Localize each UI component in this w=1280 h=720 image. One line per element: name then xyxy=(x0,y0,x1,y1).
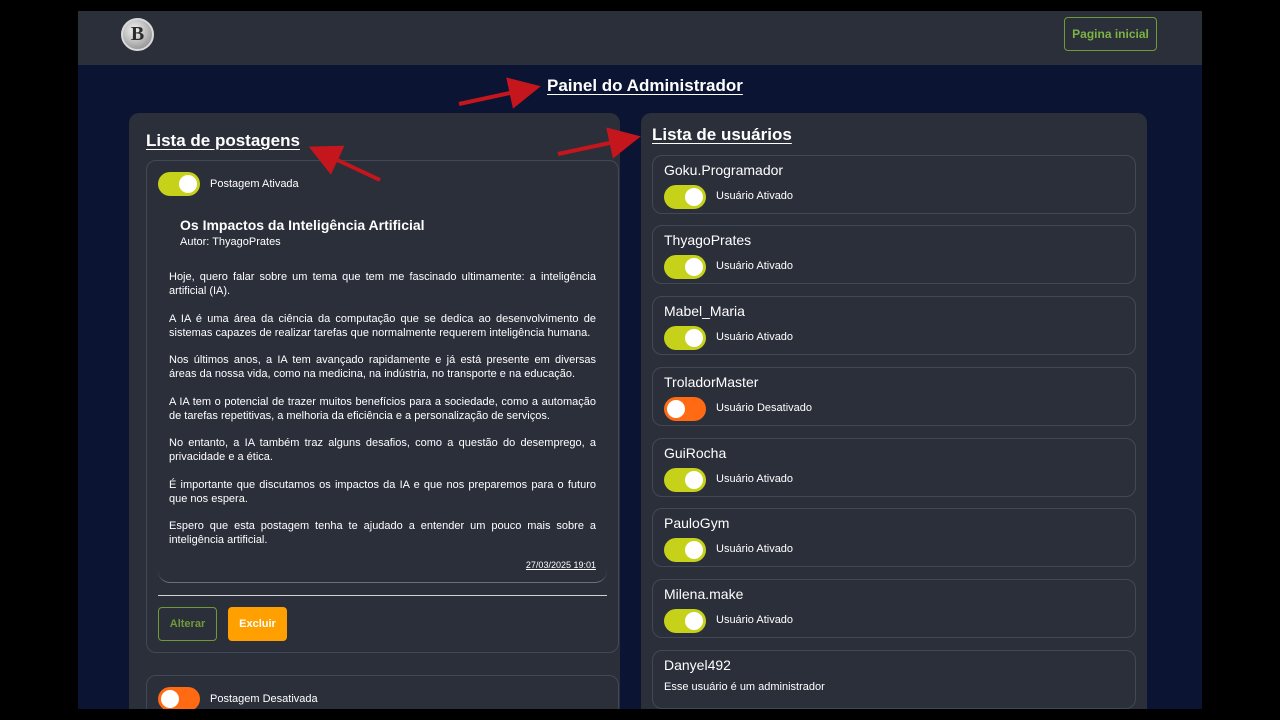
app-window: B Pagina inicial Painel do Administrador… xyxy=(78,11,1202,709)
arrow-to-users-title xyxy=(557,127,641,159)
annotation-arrows xyxy=(308,77,641,182)
arrow-to-posts-title xyxy=(308,145,381,182)
arrow-to-page-title xyxy=(458,77,541,109)
